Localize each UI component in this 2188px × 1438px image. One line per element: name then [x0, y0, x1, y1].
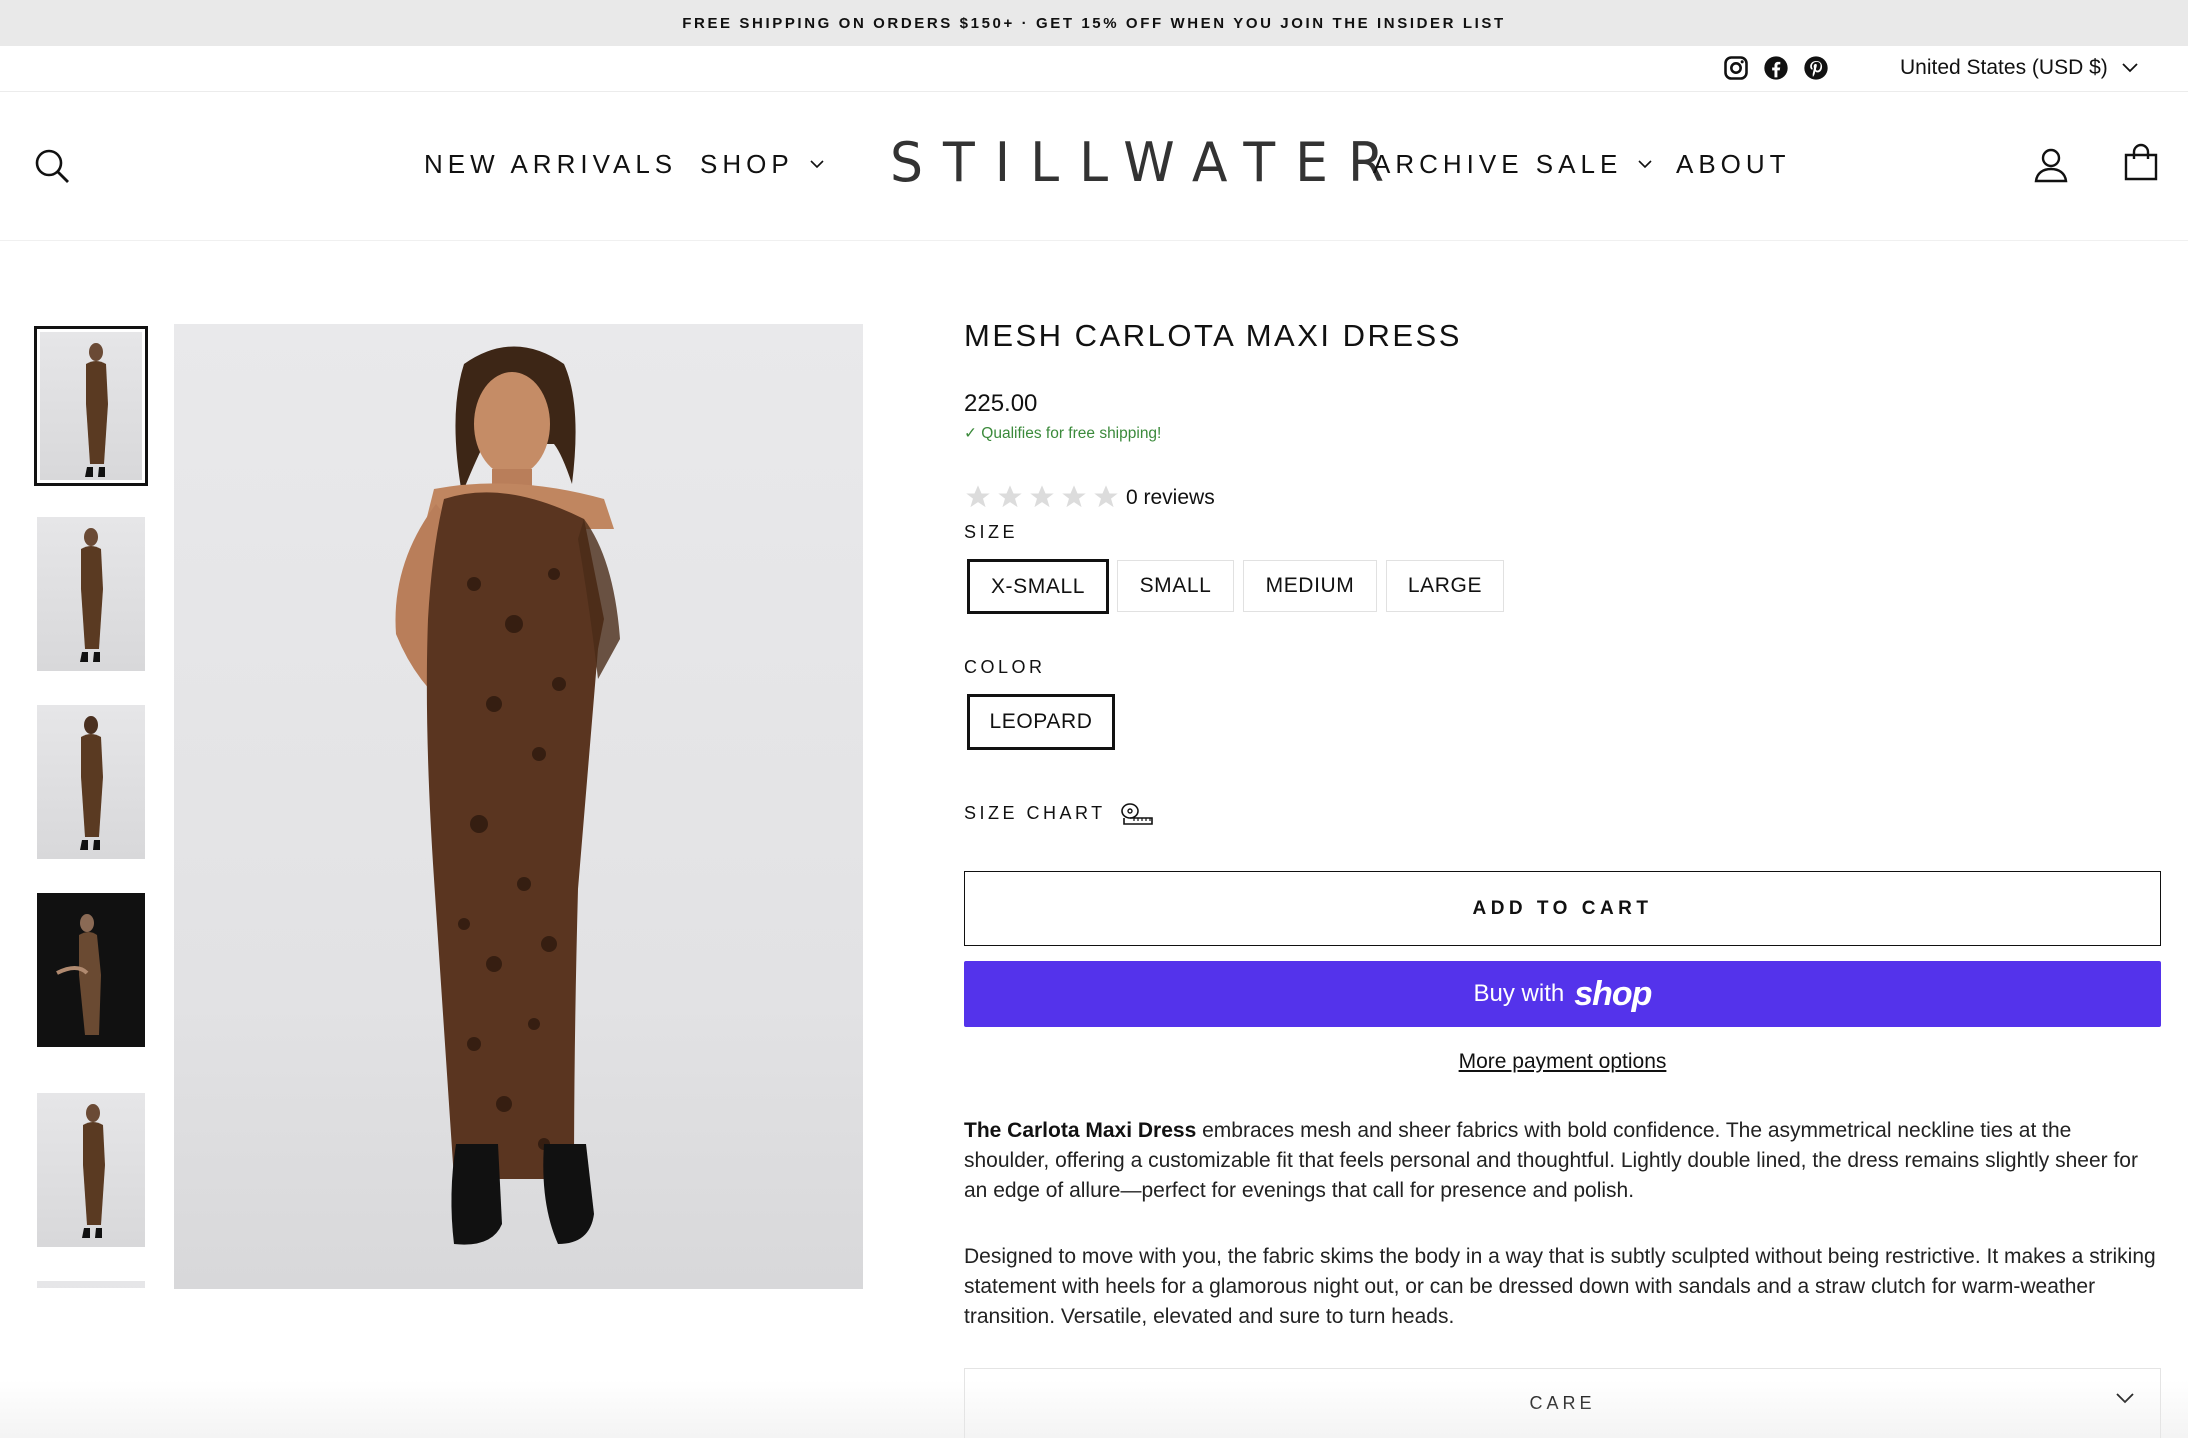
site-header: NEW ARRIVALS SHOP STILLWATER ARCHIVE SAL…: [0, 93, 2188, 241]
nav-new-arrivals-label: NEW ARRIVALS: [424, 149, 678, 179]
pinterest-icon[interactable]: [1802, 54, 1830, 82]
announcement-bar: FREE SHIPPING ON ORDERS $150+ · GET 15% …: [0, 0, 2188, 46]
thumbnail-5[interactable]: [34, 1090, 148, 1250]
shop-logo: shop: [1574, 974, 1652, 1013]
color-label: COLOR: [964, 657, 1046, 677]
thumbnail-image: [37, 1281, 145, 1288]
thumbnail-image: [37, 517, 145, 671]
shop-pay-button[interactable]: Buy with shop: [964, 961, 2161, 1027]
instagram-icon[interactable]: [1722, 54, 1750, 82]
size-option-large[interactable]: LARGE: [1386, 560, 1504, 612]
chevron-down-icon: [2116, 1393, 2134, 1404]
product-price: 225.00: [964, 390, 1038, 417]
thumbnail-image: [40, 332, 142, 480]
search-icon[interactable]: [34, 148, 70, 184]
product-main-image[interactable]: [174, 324, 863, 1289]
nav-shop[interactable]: SHOP: [700, 149, 824, 180]
care-label: CARE: [1529, 1393, 1596, 1413]
size-chart-link[interactable]: SIZE CHART: [964, 801, 1154, 825]
social-links: [1722, 54, 1830, 82]
cart-icon[interactable]: [2124, 143, 2158, 181]
nav-about[interactable]: ABOUT: [1676, 149, 1791, 180]
product-description-2: Designed to move with you, the fabric sk…: [964, 1245, 2156, 1328]
color-option-leopard[interactable]: LEOPARD: [967, 694, 1115, 750]
size-chart-label: SIZE CHART: [964, 802, 1106, 823]
star-icon: [1030, 485, 1054, 508]
size-option-x-small[interactable]: X-SMALL: [967, 559, 1109, 614]
buy-with-label: Buy with: [1473, 980, 1565, 1007]
measuring-tape-icon: [1120, 803, 1153, 825]
thumbnail-image: [37, 1093, 145, 1247]
thumbnail-2[interactable]: [34, 514, 148, 674]
more-payment-options-link[interactable]: More payment options: [964, 1050, 2161, 1074]
thumbnail-image: [37, 893, 145, 1047]
size-option-medium[interactable]: MEDIUM: [1243, 560, 1377, 612]
site-logo[interactable]: STILLWATER: [890, 132, 1404, 195]
chevron-down-icon: [2122, 63, 2138, 73]
thumbnail-image: [37, 705, 145, 859]
nav-about-label: ABOUT: [1676, 149, 1791, 179]
shipping-note: ✓ Qualifies for free shipping!: [964, 425, 1162, 442]
size-label: SIZE: [964, 522, 1019, 542]
nav-new-arrivals[interactable]: NEW ARRIVALS: [424, 149, 677, 180]
thumbnail-1[interactable]: [34, 326, 148, 486]
thumbnail-6[interactable]: [34, 1278, 148, 1288]
thumbnail-4[interactable]: [34, 890, 148, 1050]
product-title: MESH CARLOTA MAXI DRESS: [964, 318, 1462, 353]
nav-shop-label: SHOP: [700, 149, 794, 179]
star-icon: [966, 485, 990, 508]
product-description-1: The Carlota Maxi Dress embraces mesh and…: [964, 1116, 2161, 1206]
currency-label: United States (USD $): [1900, 56, 2108, 79]
rating-stars[interactable]: [964, 483, 1120, 511]
reviews-count[interactable]: 0 reviews: [1126, 486, 1215, 510]
utility-bar: United States (USD $): [0, 46, 2188, 92]
chevron-down-icon: [810, 160, 824, 169]
star-icon: [998, 485, 1022, 508]
chevron-down-icon: [1638, 160, 1652, 169]
currency-selector[interactable]: United States (USD $): [1900, 56, 2138, 80]
nav-archive-sale-label: ARCHIVE SALE: [1373, 149, 1623, 179]
thumbnail-3[interactable]: [34, 702, 148, 862]
size-option-small[interactable]: SMALL: [1117, 560, 1234, 612]
star-icon: [1062, 485, 1086, 508]
thumbnail-strip: [34, 326, 148, 1288]
add-to-cart-button[interactable]: ADD TO CART: [964, 871, 2161, 946]
description-bold: The Carlota Maxi Dress: [964, 1119, 1197, 1142]
announcement-text: FREE SHIPPING ON ORDERS $150+ · GET 15% …: [682, 14, 1506, 32]
star-icon: [1094, 485, 1118, 508]
care-accordion[interactable]: CARE: [964, 1368, 2161, 1438]
account-icon[interactable]: [2034, 147, 2068, 183]
facebook-icon[interactable]: [1762, 54, 1790, 82]
nav-archive-sale[interactable]: ARCHIVE SALE: [1373, 149, 1652, 180]
